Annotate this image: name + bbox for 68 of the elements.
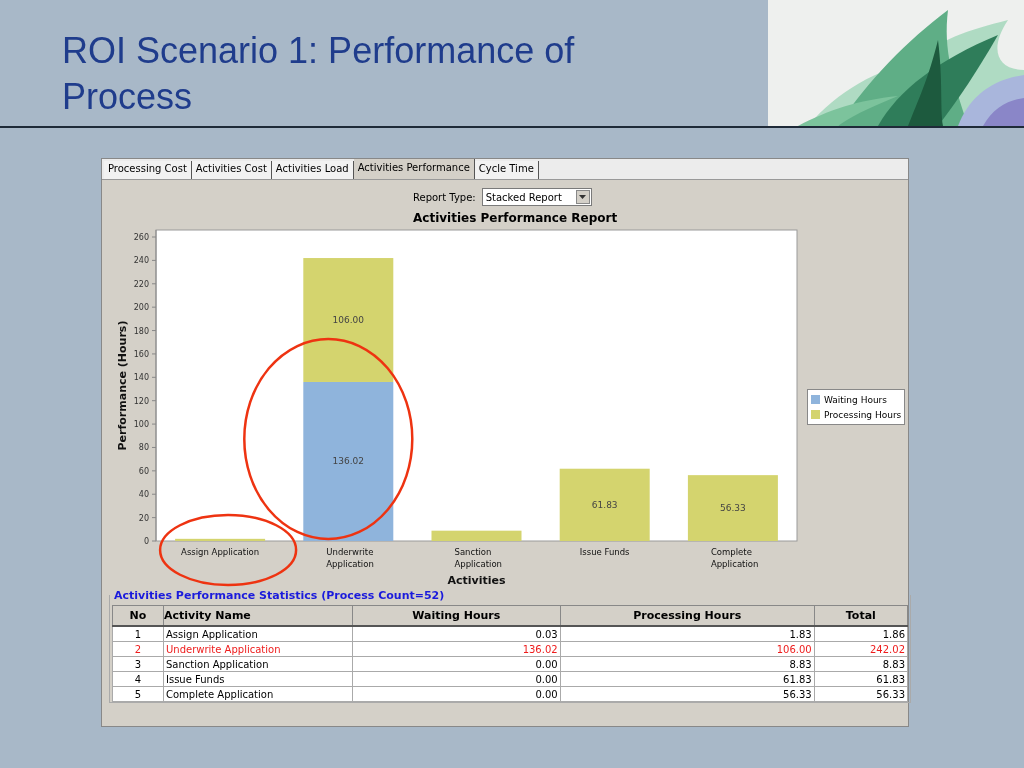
table-cell: 1.86 [814, 626, 908, 642]
column-header[interactable]: Waiting Hours [352, 605, 561, 626]
table-cell: 106.00 [560, 641, 815, 657]
tick-label: 100 [133, 420, 149, 430]
table-cell: 0.00 [352, 671, 561, 687]
table-cell: 8.83 [814, 656, 908, 672]
tick-label: 220 [133, 279, 149, 289]
tick-label: 240 [133, 256, 149, 266]
statistics-title: Activities Performance Statistics (Process Count=52) [114, 589, 447, 602]
tab[interactable]: Cycle Time [474, 161, 539, 179]
legend-label: Waiting Hours [824, 394, 887, 405]
axis-title: Performance (Hours) [116, 320, 129, 451]
table-cell: Sanction Application [163, 656, 353, 672]
legend-label: Processing Hours [824, 409, 902, 420]
table-cell: Complete Application [163, 686, 353, 702]
tick-label: 200 [133, 303, 149, 313]
report-type-label: Report Type: [413, 191, 476, 203]
value-label: 61.83 [591, 499, 618, 510]
table-cell: 61.83 [814, 671, 908, 687]
tab[interactable]: Activities Performance [353, 159, 475, 179]
report-type-dropdown[interactable]: Stacked Report [481, 188, 592, 206]
table-cell: 1 [112, 626, 164, 642]
tick-label: 160 [133, 349, 149, 359]
tick-label: 20 [138, 513, 149, 523]
table-cell: Underwrite Application [163, 641, 353, 657]
category-label: Complete Application [710, 547, 759, 569]
tick-label: 140 [133, 373, 149, 383]
category-label: Sanction Application [454, 547, 502, 569]
table-cell: 61.83 [560, 671, 815, 687]
tab[interactable]: Activities Load [271, 161, 354, 179]
tick-label: 40 [138, 490, 149, 500]
table-cell: 0.03 [352, 626, 561, 642]
value-label: 56.33 [720, 503, 746, 514]
tick-label: 80 [138, 443, 149, 453]
column-header[interactable]: No [112, 605, 164, 626]
column-header[interactable]: Activity Name [163, 605, 353, 626]
value-label: 136.02 [332, 456, 365, 467]
table-cell: 136.02 [352, 641, 561, 657]
caret-icon [575, 190, 590, 204]
table-cell: 56.33 [560, 686, 815, 702]
table-cell: 2 [112, 641, 164, 657]
table-cell: Assign Application [163, 626, 353, 642]
tab[interactable]: Activities Cost [191, 161, 272, 179]
table-cell: 1.83 [560, 626, 815, 642]
table-cell: 242.02 [814, 641, 908, 657]
tick-label: 0 [143, 537, 149, 546]
chart-title: Activities Performance Report [413, 211, 619, 225]
category-label: Underwrite Application [326, 547, 374, 569]
table-cell: 56.33 [814, 686, 908, 702]
tick-label: 60 [138, 466, 149, 476]
slide-title: ROI Scenario 1: Performance of Process [62, 29, 576, 119]
table-cell: 8.83 [560, 656, 815, 672]
table-cell: 0.00 [352, 686, 561, 702]
tab[interactable]: Processing Cost [104, 161, 192, 179]
tick-label: 260 [133, 233, 149, 242]
tick-label: 180 [133, 326, 149, 336]
table-cell: 4 [112, 671, 164, 687]
category-label: Issue Funds [579, 547, 630, 557]
column-header[interactable]: Processing Hours [560, 605, 815, 626]
table-cell: 0.00 [352, 656, 561, 672]
category-label: Assign Application [181, 547, 260, 557]
tick-label: 120 [133, 396, 149, 406]
table-cell: 3 [112, 656, 164, 672]
table-cell: Issue Funds [163, 671, 353, 687]
table-cell: 5 [112, 686, 164, 702]
column-header[interactable]: Total [814, 605, 908, 626]
value-label: 106.00 [332, 315, 365, 325]
axis-title: Activities [447, 574, 506, 587]
